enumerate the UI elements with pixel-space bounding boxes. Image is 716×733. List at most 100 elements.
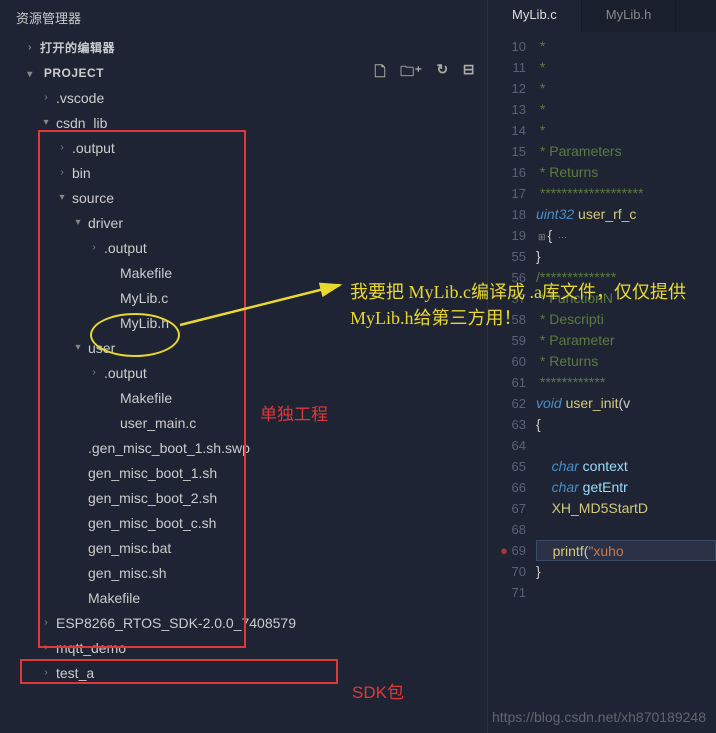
- editor-tabs: MyLib.c MyLib.h: [488, 0, 716, 32]
- line-number: 12: [488, 78, 526, 99]
- tree-item-label: .output: [104, 365, 147, 381]
- tree-item-label: .output: [104, 240, 147, 256]
- line-number: 60: [488, 351, 526, 372]
- explorer-sidebar: 资源管理器 › 打开的编辑器 ▾ PROJECT 🗋 🗀⁺ ↻ ⊟: [0, 0, 488, 733]
- chevron-icon: ›: [40, 617, 52, 628]
- tree-item-label: .output: [72, 140, 115, 156]
- tree-item-csdn-lib[interactable]: ▾ csdn_lib: [0, 110, 487, 135]
- fold-icon[interactable]: ⊞: [536, 232, 548, 242]
- chevron-icon: ›: [88, 367, 100, 378]
- line-number: 14: [488, 120, 526, 141]
- chevron-icon: ›: [40, 92, 52, 103]
- line-number: ● 69: [488, 540, 526, 561]
- tree-item-makefile[interactable]: Makefile: [0, 260, 487, 285]
- tree-item-label: user_main.c: [120, 415, 196, 431]
- line-gutter: 1011121314151617181955565758596061626364…: [488, 32, 536, 733]
- line-number: 11: [488, 57, 526, 78]
- tree-item-label: driver: [88, 215, 123, 231]
- code-content[interactable]: * * * * * * Parameters * Returns *******…: [536, 32, 716, 733]
- collapse-all-icon[interactable]: ⊟: [463, 61, 475, 85]
- tree-item-user-main-c[interactable]: user_main.c: [0, 410, 487, 435]
- tree-item-esp8266-rtos-sdk-2-0-0-7408579[interactable]: › ESP8266_RTOS_SDK-2.0.0_7408579: [0, 610, 487, 635]
- tree-item-label: .vscode: [56, 90, 104, 106]
- tree-item-label: Makefile: [120, 265, 172, 281]
- tree-item-label: ESP8266_RTOS_SDK-2.0.0_7408579: [56, 615, 296, 631]
- tree-item-label: user: [88, 340, 115, 356]
- tree-item-test-a[interactable]: ›test_a: [0, 660, 487, 685]
- tree-item-label: MyLib.c: [120, 290, 168, 306]
- tree-item-makefile[interactable]: Makefile: [0, 385, 487, 410]
- watermark: https://blog.csdn.net/xh870189248: [492, 709, 706, 725]
- chevron-icon: ›: [40, 667, 52, 678]
- open-editors-section[interactable]: › 打开的编辑器: [0, 35, 487, 60]
- new-folder-icon[interactable]: 🗀⁺: [400, 61, 422, 85]
- file-tree: › 打开的编辑器 ▾ PROJECT 🗋 🗀⁺ ↻ ⊟ › .vscode ▾ csd…: [0, 35, 487, 733]
- line-number: 70: [488, 561, 526, 582]
- tree-item-label: MyLib.h: [120, 315, 169, 331]
- refresh-icon[interactable]: ↻: [437, 61, 449, 85]
- line-number: 16: [488, 162, 526, 183]
- chevron-icon: ›: [40, 642, 52, 653]
- new-file-icon[interactable]: 🗋: [374, 61, 386, 85]
- line-number: 13: [488, 99, 526, 120]
- tree-item-driver[interactable]: ▾ driver: [0, 210, 487, 235]
- project-section[interactable]: ▾ PROJECT 🗋 🗀⁺ ↻ ⊟: [0, 60, 487, 85]
- code-editor[interactable]: 1011121314151617181955565758596061626364…: [488, 32, 716, 733]
- chevron-icon: ▾: [72, 342, 84, 353]
- chevron-icon: ›: [56, 142, 68, 153]
- tree-item-mylib-h[interactable]: MyLib.h: [0, 310, 487, 335]
- tree-item--output[interactable]: › .output: [0, 235, 487, 260]
- tree-item--output[interactable]: › .output: [0, 360, 487, 385]
- tree-item-label: gen_misc.bat: [88, 540, 171, 556]
- editor-panel: MyLib.c MyLib.h 101112131415161718195556…: [488, 0, 716, 733]
- tree-item-bin[interactable]: ›bin: [0, 160, 487, 185]
- tree-item-label: gen_misc_boot_c.sh: [88, 515, 216, 531]
- chevron-icon: ▾: [56, 192, 68, 203]
- chevron-icon: ›: [88, 242, 100, 253]
- tree-item--output[interactable]: › .output: [0, 135, 487, 160]
- tree-item-label: gen_misc.sh: [88, 565, 167, 581]
- breakpoint-icon[interactable]: ●: [500, 543, 508, 558]
- tree-item-user[interactable]: ▾ user: [0, 335, 487, 360]
- line-number: 62: [488, 393, 526, 414]
- chevron-icon: ▾: [40, 117, 52, 128]
- sidebar-title: 资源管理器: [0, 0, 487, 35]
- tree-item-label: Makefile: [120, 390, 172, 406]
- tree-item-gen-misc-boot-2-sh[interactable]: gen_misc_boot_2.sh: [0, 485, 487, 510]
- tree-item-gen-misc-sh[interactable]: gen_misc.sh: [0, 560, 487, 585]
- tab-mylib-h[interactable]: MyLib.h: [582, 0, 677, 32]
- line-number: 61: [488, 372, 526, 393]
- tree-item-label: gen_misc_boot_2.sh: [88, 490, 217, 506]
- tree-item-gen-misc-boot-c-sh[interactable]: gen_misc_boot_c.sh: [0, 510, 487, 535]
- line-number: 67: [488, 498, 526, 519]
- line-number: 68: [488, 519, 526, 540]
- tree-item-label: Makefile: [88, 590, 140, 606]
- tree-item--vscode[interactable]: › .vscode: [0, 85, 487, 110]
- line-number: 55: [488, 246, 526, 267]
- line-number: 18: [488, 204, 526, 225]
- tree-item-label: source: [72, 190, 114, 206]
- line-number: 65: [488, 456, 526, 477]
- tree-item-label: csdn_lib: [56, 115, 107, 131]
- line-number: 57: [488, 288, 526, 309]
- chevron-down-icon: ▾: [24, 69, 36, 80]
- line-number: 71: [488, 582, 526, 603]
- line-number: 19: [488, 225, 526, 246]
- tree-item-makefile[interactable]: Makefile: [0, 585, 487, 610]
- tree-item-mylib-c[interactable]: MyLib.c: [0, 285, 487, 310]
- line-number: 64: [488, 435, 526, 456]
- line-number: 59: [488, 330, 526, 351]
- line-number: 56: [488, 267, 526, 288]
- line-number: 58: [488, 309, 526, 330]
- tree-item-gen-misc-boot-1-sh[interactable]: gen_misc_boot_1.sh: [0, 460, 487, 485]
- tree-item-source[interactable]: ▾ source: [0, 185, 487, 210]
- chevron-icon: ▾: [72, 217, 84, 228]
- line-number: 15: [488, 141, 526, 162]
- tree-item-mqtt-demo[interactable]: ›mqtt_demo: [0, 635, 487, 660]
- tree-item-label: .gen_misc_boot_1.sh.swp: [88, 440, 250, 456]
- tab-mylib-c[interactable]: MyLib.c: [488, 0, 582, 32]
- tree-item--gen-misc-boot-1-sh-swp[interactable]: .gen_misc_boot_1.sh.swp: [0, 435, 487, 460]
- tree-item-gen-misc-bat[interactable]: gen_misc.bat: [0, 535, 487, 560]
- line-number: 10: [488, 36, 526, 57]
- tree-item-label: gen_misc_boot_1.sh: [88, 465, 217, 481]
